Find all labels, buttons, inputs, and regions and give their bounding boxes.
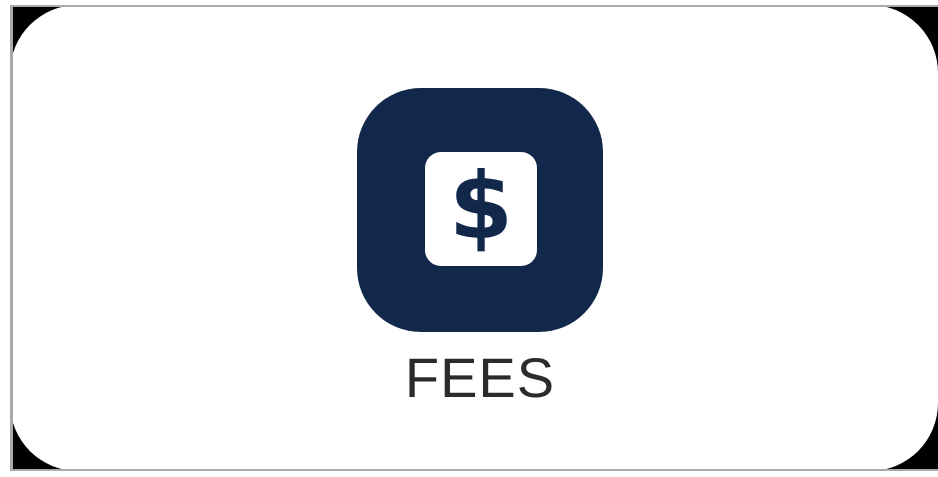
screen: $ FEES [0, 0, 938, 477]
card-left-edge [10, 5, 13, 471]
card-bottom-edge [10, 469, 938, 471]
card-top-edge [10, 5, 938, 7]
dollar-icon: $ [448, 153, 513, 260]
dollar-badge: $ [425, 152, 537, 266]
fees-label[interactable]: FEES [357, 350, 603, 406]
fees-app-tile[interactable]: $ [357, 88, 603, 332]
